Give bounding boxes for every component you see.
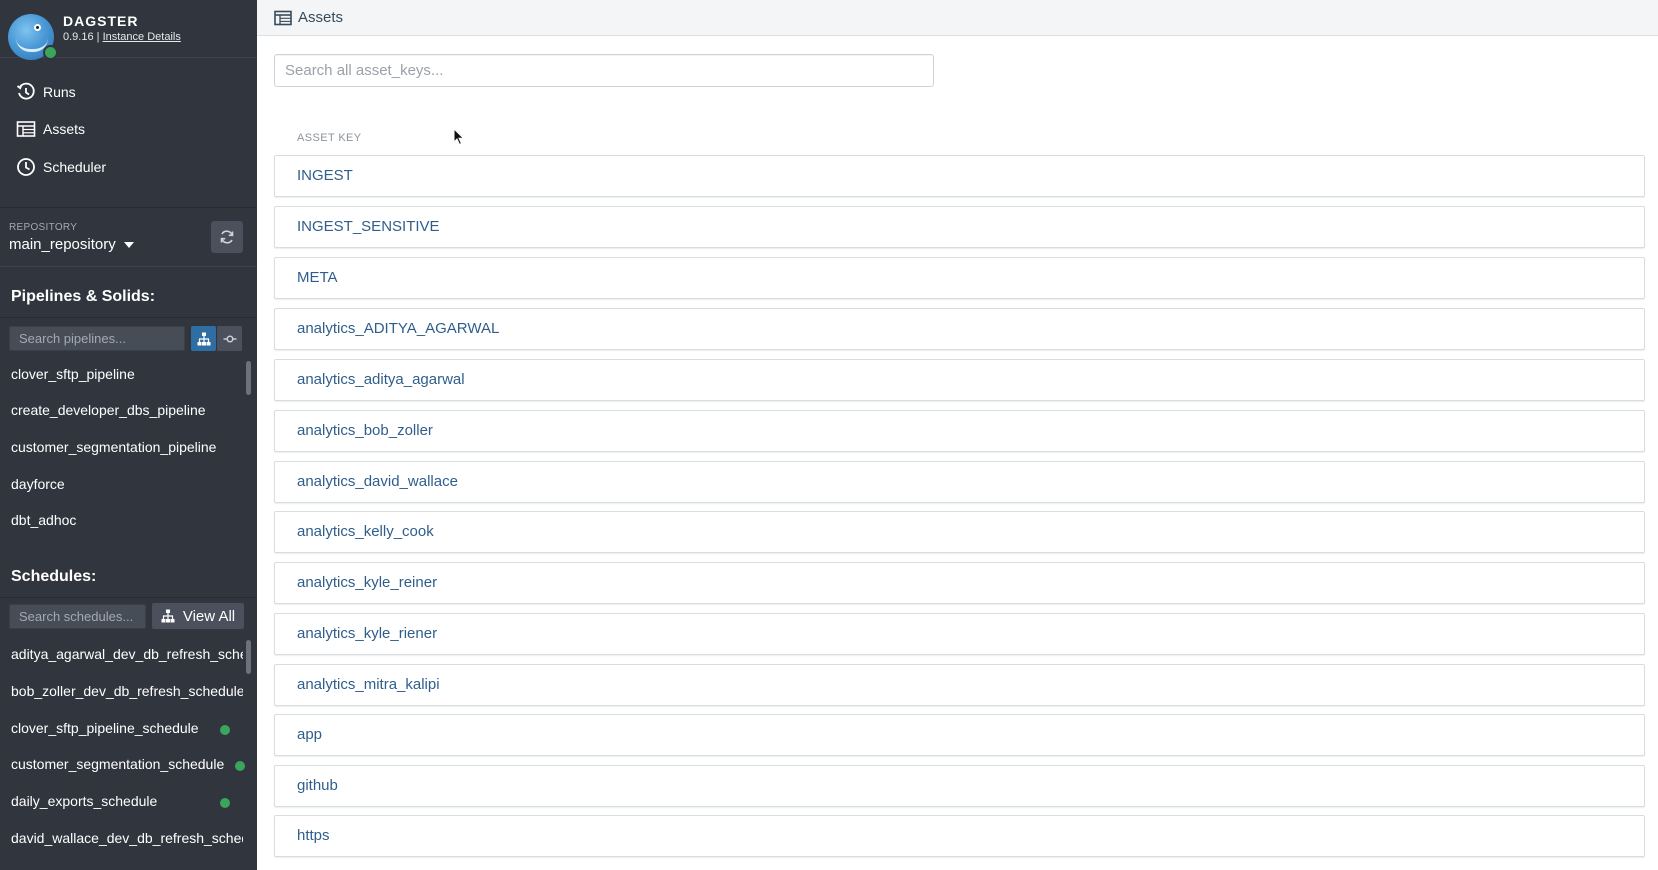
asset-row[interactable]: https (274, 815, 1645, 857)
asset-row[interactable]: analytics_aditya_agarwal (274, 359, 1645, 401)
asset-key-link[interactable]: analytics_david_wallace (297, 473, 458, 490)
repository-caption: REPOSITORY (9, 222, 78, 233)
asset-key-link[interactable]: https (297, 827, 330, 844)
repository-name: main_repository (9, 236, 116, 253)
hierarchy-icon (161, 609, 175, 623)
hierarchy-icon (197, 332, 210, 345)
pipeline-item[interactable]: create_developer_dbs_pipeline (11, 402, 243, 418)
repository-selector-section: REPOSITORY main_repository (0, 207, 257, 267)
page-header: Assets (257, 0, 1658, 36)
asset-row[interactable]: analytics_bob_zoller (274, 410, 1645, 452)
refresh-icon (220, 230, 234, 244)
pipelines-section-title: Pipelines & Solids: (11, 288, 156, 305)
schedules-scrollbar[interactable] (246, 640, 251, 674)
nav-item-assets[interactable]: Assets (16, 117, 85, 141)
logo-eye (34, 24, 41, 31)
schedules-section-title: Schedules: (11, 568, 97, 585)
asset-row[interactable]: analytics_kyle_riener (274, 613, 1645, 655)
schedule-item[interactable]: clover_sftp_pipeline_schedule (11, 720, 206, 736)
mouse-cursor-icon (453, 128, 465, 146)
asset-row[interactable]: analytics_mitra_kalipi (274, 664, 1645, 706)
view-all-schedules-button[interactable]: View All (152, 603, 244, 629)
schedule-item[interactable]: aditya_agarwal_dev_db_refresh_schedule (11, 646, 243, 662)
schedule-running-indicator (220, 725, 230, 735)
asset-row[interactable]: analytics_kyle_reiner (274, 562, 1645, 604)
version-separator: | (96, 31, 100, 43)
pipeline-item[interactable]: customer_segmentation_pipeline (11, 439, 243, 455)
asset-key-link[interactable]: analytics_ADITYA_AGARWAL (297, 320, 499, 337)
app-name: DAGSTER (63, 13, 139, 29)
asset-key-link[interactable]: analytics_kyle_riener (297, 625, 437, 642)
brand-header: DAGSTER 0.9.16 | Instance Details (0, 0, 257, 60)
asset-key-link[interactable]: app (297, 726, 322, 743)
asset-row[interactable]: INGEST (274, 155, 1645, 197)
nav-item-runs[interactable]: Runs (16, 80, 76, 104)
history-icon (16, 82, 35, 100)
schedule-item[interactable]: daily_exports_schedule (11, 793, 206, 809)
schedule-item[interactable]: bob_zoller_dev_db_refresh_schedule (11, 683, 243, 699)
table-icon (16, 121, 36, 137)
asset-row[interactable]: app (274, 714, 1645, 756)
nav-label-scheduler: Scheduler (43, 159, 107, 175)
version-number: 0.9.16 (63, 31, 94, 43)
pipeline-item[interactable]: clover_sftp_pipeline (11, 366, 243, 382)
asset-row[interactable]: META (274, 257, 1645, 299)
solids-view-toggle[interactable] (217, 326, 242, 351)
asset-key-link[interactable]: INGEST (297, 167, 353, 184)
asset-row[interactable]: INGEST_SENSITIVE (274, 206, 1645, 248)
instance-details-link[interactable]: Instance Details (103, 31, 181, 43)
caret-down-icon (123, 241, 134, 248)
view-all-label: View All (182, 607, 236, 625)
repository-dropdown[interactable]: main_repository (9, 236, 134, 253)
page-title: Assets (274, 9, 343, 26)
version-line: 0.9.16 | Instance Details (63, 31, 181, 43)
pipelines-view-toggle[interactable] (191, 326, 216, 351)
asset-key-link[interactable]: META (297, 269, 338, 286)
asset-row[interactable]: analytics_kelly_cook (274, 511, 1645, 553)
schedule-running-indicator (220, 798, 230, 808)
schedule-search-placeholder: Search schedules... (19, 609, 134, 624)
schedule-item[interactable]: customer_segmentation_schedule (11, 756, 233, 772)
schedule-search-input[interactable]: Search schedules... (9, 604, 146, 629)
pipeline-search-placeholder: Search pipelines... (19, 331, 126, 346)
reload-repository-button[interactable] (211, 221, 243, 253)
schedule-item[interactable]: david_wallace_dev_db_refresh_schedule (11, 830, 243, 846)
pipeline-search-input[interactable]: Search pipelines... (9, 326, 185, 351)
schedule-running-indicator (235, 761, 245, 771)
pipelines-scrollbar[interactable] (246, 361, 251, 395)
divider (0, 597, 257, 598)
nav-item-scheduler[interactable]: Scheduler (16, 155, 106, 179)
pipeline-item[interactable]: dbt_adhoc (11, 512, 243, 528)
asset-key-link[interactable]: github (297, 777, 338, 794)
pipeline-item[interactable]: dayforce (11, 476, 243, 492)
asset-row[interactable]: analytics_david_wallace (274, 461, 1645, 503)
asset-row[interactable]: github (274, 765, 1645, 807)
git-commit-icon (223, 334, 236, 342)
asset-search-input[interactable] (274, 54, 934, 87)
asset-row[interactable]: analytics_ADITYA_AGARWAL (274, 308, 1645, 350)
instance-status-indicator (43, 45, 58, 60)
clock-icon (17, 158, 35, 176)
asset-key-link[interactable]: analytics_kelly_cook (297, 523, 434, 540)
sidebar: DAGSTER 0.9.16 | Instance Details Runs A… (0, 0, 257, 870)
asset-key-link[interactable]: analytics_kyle_reiner (297, 574, 437, 591)
nav-label-assets: Assets (43, 121, 86, 137)
page-title-text: Assets (298, 9, 344, 26)
asset-key-link[interactable]: INGEST_SENSITIVE (297, 218, 440, 235)
asset-key-link[interactable]: analytics_mitra_kalipi (297, 676, 440, 693)
asset-key-column-header: ASSET KEY (297, 132, 362, 144)
table-icon (274, 10, 292, 25)
divider (0, 317, 257, 318)
asset-key-link[interactable]: analytics_bob_zoller (297, 422, 433, 439)
nav-label-runs: Runs (43, 84, 76, 100)
asset-key-link[interactable]: analytics_aditya_agarwal (297, 371, 465, 388)
